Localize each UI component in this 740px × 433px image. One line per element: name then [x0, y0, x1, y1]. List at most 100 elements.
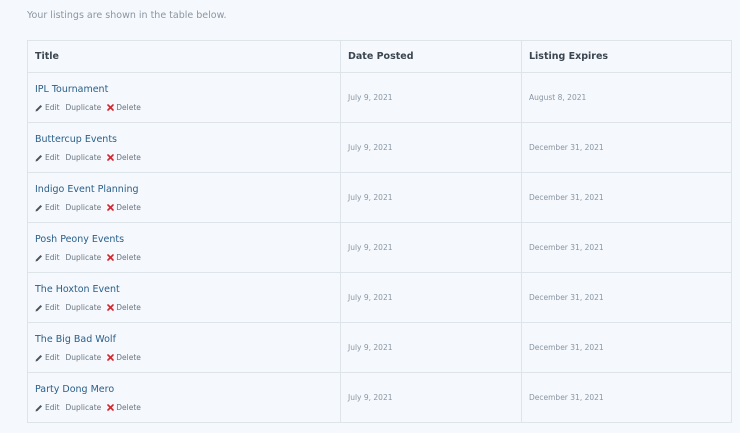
duplicate-link[interactable]: Duplicate	[66, 353, 102, 362]
table-row: Party Dong Mero Edit Duplicate Delete Ju…	[27, 372, 732, 423]
pencil-icon	[35, 404, 42, 411]
table-row: The Hoxton Event Edit Duplicate Delete J…	[27, 272, 732, 323]
delete-link[interactable]: Delete	[107, 303, 141, 312]
edit-link[interactable]: Edit	[35, 353, 60, 362]
edit-link[interactable]: Edit	[35, 403, 60, 412]
row-actions: Edit Duplicate Delete	[35, 303, 333, 312]
date-posted-cell: July 9, 2021	[340, 222, 522, 273]
title-cell: Party Dong Mero Edit Duplicate Delete	[27, 372, 341, 423]
delete-link[interactable]: Delete	[107, 253, 141, 262]
listing-title-link[interactable]: IPL Tournament	[35, 84, 333, 95]
delete-link[interactable]: Delete	[107, 203, 141, 212]
delete-label: Delete	[116, 153, 141, 162]
title-cell: The Hoxton Event Edit Duplicate Delete	[27, 272, 341, 323]
row-actions: Edit Duplicate Delete	[35, 353, 333, 362]
duplicate-label: Duplicate	[65, 103, 102, 112]
table-row: IPL Tournament Edit Duplicate Delete Jul…	[27, 72, 732, 123]
title-cell: Posh Peony Events Edit Duplicate Delete	[27, 222, 341, 273]
delete-link[interactable]: Delete	[107, 353, 141, 362]
delete-label: Delete	[116, 403, 141, 412]
listing-title-link[interactable]: The Big Bad Wolf	[35, 334, 333, 345]
listing-expires-cell: December 31, 2021	[521, 372, 732, 423]
row-actions: Edit Duplicate Delete	[35, 153, 333, 162]
title-cell: The Big Bad Wolf Edit Duplicate Delete	[27, 322, 341, 373]
duplicate-link[interactable]: Duplicate	[66, 253, 102, 262]
listing-expires-cell: December 31, 2021	[521, 172, 732, 223]
delete-link[interactable]: Delete	[107, 153, 141, 162]
edit-label: Edit	[45, 153, 60, 162]
delete-label: Delete	[116, 103, 141, 112]
listing-expires-cell: August 8, 2021	[521, 72, 732, 123]
delete-label: Delete	[116, 203, 141, 212]
duplicate-label: Duplicate	[65, 353, 102, 362]
pencil-icon	[35, 354, 42, 361]
listings-page: Your listings are shown in the table bel…	[0, 0, 740, 433]
duplicate-label: Duplicate	[65, 403, 102, 412]
delete-link[interactable]: Delete	[107, 103, 141, 112]
edit-label: Edit	[45, 403, 60, 412]
close-icon	[107, 154, 115, 161]
close-icon	[107, 254, 115, 261]
row-actions: Edit Duplicate Delete	[35, 253, 333, 262]
row-actions: Edit Duplicate Delete	[35, 103, 333, 112]
delete-label: Delete	[116, 253, 141, 262]
duplicate-link[interactable]: Duplicate	[66, 403, 102, 412]
pencil-icon	[35, 104, 42, 111]
title-cell: Buttercup Events Edit Duplicate Delete	[27, 122, 341, 173]
table-row: Posh Peony Events Edit Duplicate Delete	[27, 222, 732, 273]
date-posted-cell: July 9, 2021	[340, 322, 522, 373]
edit-label: Edit	[45, 203, 60, 212]
date-posted-cell: July 9, 2021	[340, 72, 522, 123]
edit-link[interactable]: Edit	[35, 103, 60, 112]
duplicate-link[interactable]: Duplicate	[66, 203, 102, 212]
column-header-date-posted: Date Posted	[340, 40, 522, 73]
duplicate-link[interactable]: Duplicate	[66, 153, 102, 162]
edit-link[interactable]: Edit	[35, 253, 60, 262]
pencil-icon	[35, 154, 42, 161]
listing-title-link[interactable]: Party Dong Mero	[35, 384, 333, 395]
column-header-title: Title	[27, 40, 341, 73]
date-posted-cell: July 9, 2021	[340, 372, 522, 423]
row-actions: Edit Duplicate Delete	[35, 403, 333, 412]
edit-link[interactable]: Edit	[35, 153, 60, 162]
delete-label: Delete	[116, 353, 141, 362]
listings-table: Title Date Posted Listing Expires IPL To…	[27, 40, 732, 423]
duplicate-label: Duplicate	[65, 203, 102, 212]
edit-link[interactable]: Edit	[35, 303, 60, 312]
delete-label: Delete	[116, 303, 141, 312]
table-body: IPL Tournament Edit Duplicate Delete Jul…	[27, 72, 732, 423]
delete-link[interactable]: Delete	[107, 403, 141, 412]
column-header-listing-expires: Listing Expires	[521, 40, 732, 73]
close-icon	[107, 304, 115, 311]
duplicate-link[interactable]: Duplicate	[66, 303, 102, 312]
date-posted-cell: July 9, 2021	[340, 172, 522, 223]
duplicate-label: Duplicate	[65, 253, 102, 262]
title-cell: IPL Tournament Edit Duplicate Delete	[27, 72, 341, 123]
listing-title-link[interactable]: Posh Peony Events	[35, 234, 333, 245]
table-row: The Big Bad Wolf Edit Duplicate Delete J…	[27, 322, 732, 373]
pencil-icon	[35, 254, 42, 261]
edit-link[interactable]: Edit	[35, 203, 60, 212]
listing-title-link[interactable]: Buttercup Events	[35, 134, 333, 145]
edit-label: Edit	[45, 253, 60, 262]
table-header-row: Title Date Posted Listing Expires	[27, 40, 732, 73]
listing-expires-cell: December 31, 2021	[521, 122, 732, 173]
table-row: Indigo Event Planning Edit Duplicate Del…	[27, 172, 732, 223]
close-icon	[107, 204, 115, 211]
listing-expires-cell: December 31, 2021	[521, 272, 732, 323]
table-row: Buttercup Events Edit Duplicate Delete J…	[27, 122, 732, 173]
duplicate-link[interactable]: Duplicate	[66, 103, 102, 112]
pencil-icon	[35, 204, 42, 211]
listing-title-link[interactable]: The Hoxton Event	[35, 284, 333, 295]
listing-title-link[interactable]: Indigo Event Planning	[35, 184, 333, 195]
listing-expires-cell: December 31, 2021	[521, 322, 732, 373]
close-icon	[107, 354, 115, 361]
date-posted-cell: July 9, 2021	[340, 122, 522, 173]
edit-label: Edit	[45, 103, 60, 112]
title-cell: Indigo Event Planning Edit Duplicate Del…	[27, 172, 341, 223]
duplicate-label: Duplicate	[65, 153, 102, 162]
listing-expires-cell: December 31, 2021	[521, 222, 732, 273]
row-actions: Edit Duplicate Delete	[35, 203, 333, 212]
close-icon	[107, 404, 115, 411]
edit-label: Edit	[45, 353, 60, 362]
